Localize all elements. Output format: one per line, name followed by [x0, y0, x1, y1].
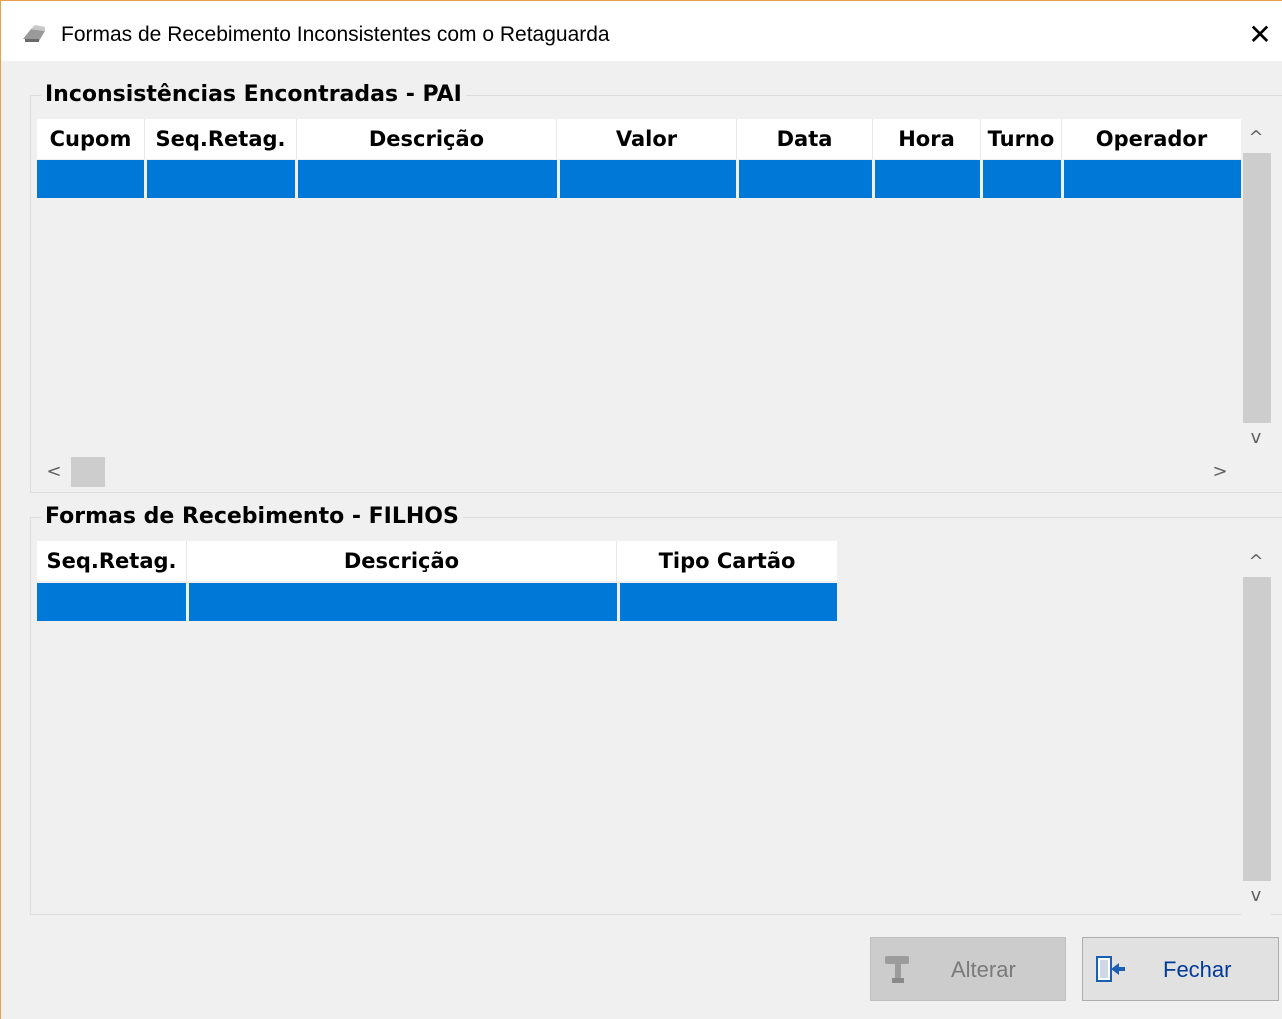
exit-door-icon	[1096, 956, 1125, 982]
column-header-hora[interactable]: Hora	[873, 119, 981, 159]
column-header-seq-retag[interactable]: Seq.Retag.	[145, 119, 297, 159]
filhos-cell-seq-retag[interactable]	[37, 583, 189, 621]
pai-hscroll-thumb[interactable]	[71, 457, 105, 487]
pai-vertical-scrollbar[interactable]: ^ v	[1241, 119, 1271, 455]
hammer-icon	[885, 956, 909, 983]
pai-cell-turno[interactable]	[983, 160, 1064, 198]
fechar-button[interactable]: Fechar	[1082, 937, 1279, 1001]
fechar-button-label: Fechar	[1163, 957, 1232, 982]
filhos-group-title: Formas de Recebimento - FILHOS	[41, 504, 463, 529]
title-bar[interactable]: Formas de Recebimento Inconsistentes com…	[1, 1, 1282, 61]
dialog-window: Formas de Recebimento Inconsistentes com…	[0, 0, 1282, 1019]
filhos-selected-row[interactable]	[37, 583, 837, 621]
column-header-tipo-cartao[interactable]: Tipo Cartão	[617, 541, 837, 581]
column-header-turno[interactable]: Turno	[981, 119, 1062, 159]
pai-cell-hora[interactable]	[875, 160, 983, 198]
pai-vscroll-track[interactable]	[1243, 153, 1271, 423]
pai-horizontal-scrollbar[interactable]: < >	[37, 455, 1241, 489]
pai-group-title: Inconsistências Encontradas - PAI	[41, 82, 466, 107]
scroll-right-arrow-icon[interactable]: >	[1205, 457, 1235, 487]
column-header-seq-retag[interactable]: Seq.Retag.	[37, 541, 187, 581]
alterar-button[interactable]: Alterar	[870, 937, 1066, 1001]
close-button[interactable]: ✕	[1237, 13, 1282, 57]
filhos-cell-tipo-cartao[interactable]	[620, 583, 837, 621]
filhos-vscroll-track[interactable]	[1243, 577, 1271, 881]
pai-grid-header: Cupom Seq.Retag. Descrição Valor Data Ho…	[37, 119, 1241, 159]
window-title: Formas de Recebimento Inconsistentes com…	[61, 23, 610, 46]
pai-cell-seq-retag[interactable]	[147, 160, 298, 198]
scroll-down-arrow-icon[interactable]: v	[1241, 881, 1271, 911]
printer-icon	[23, 25, 45, 42]
pai-cell-valor[interactable]	[560, 160, 739, 198]
filhos-vertical-scrollbar[interactable]: ^ v	[1241, 541, 1271, 915]
filhos-grid-header: Seq.Retag. Descrição Tipo Cartão	[37, 541, 837, 581]
pai-cell-operador[interactable]	[1064, 160, 1241, 198]
pai-cell-data[interactable]	[739, 160, 875, 198]
pai-cell-descricao[interactable]	[298, 160, 560, 198]
scroll-up-arrow-icon[interactable]: ^	[1241, 547, 1271, 577]
column-header-descricao[interactable]: Descrição	[187, 541, 617, 581]
column-header-data[interactable]: Data	[737, 119, 873, 159]
pai-cell-cupom[interactable]	[37, 160, 147, 198]
scroll-left-arrow-icon[interactable]: <	[39, 457, 69, 487]
alterar-button-label: Alterar	[951, 957, 1016, 982]
scroll-up-arrow-icon[interactable]: ^	[1241, 123, 1271, 153]
pai-selected-row[interactable]	[37, 160, 1241, 198]
scroll-down-arrow-icon[interactable]: v	[1241, 423, 1271, 453]
column-header-descricao[interactable]: Descrição	[297, 119, 557, 159]
filhos-cell-descricao[interactable]	[189, 583, 620, 621]
column-header-valor[interactable]: Valor	[557, 119, 737, 159]
column-header-operador[interactable]: Operador	[1062, 119, 1241, 159]
column-header-cupom[interactable]: Cupom	[37, 119, 145, 159]
